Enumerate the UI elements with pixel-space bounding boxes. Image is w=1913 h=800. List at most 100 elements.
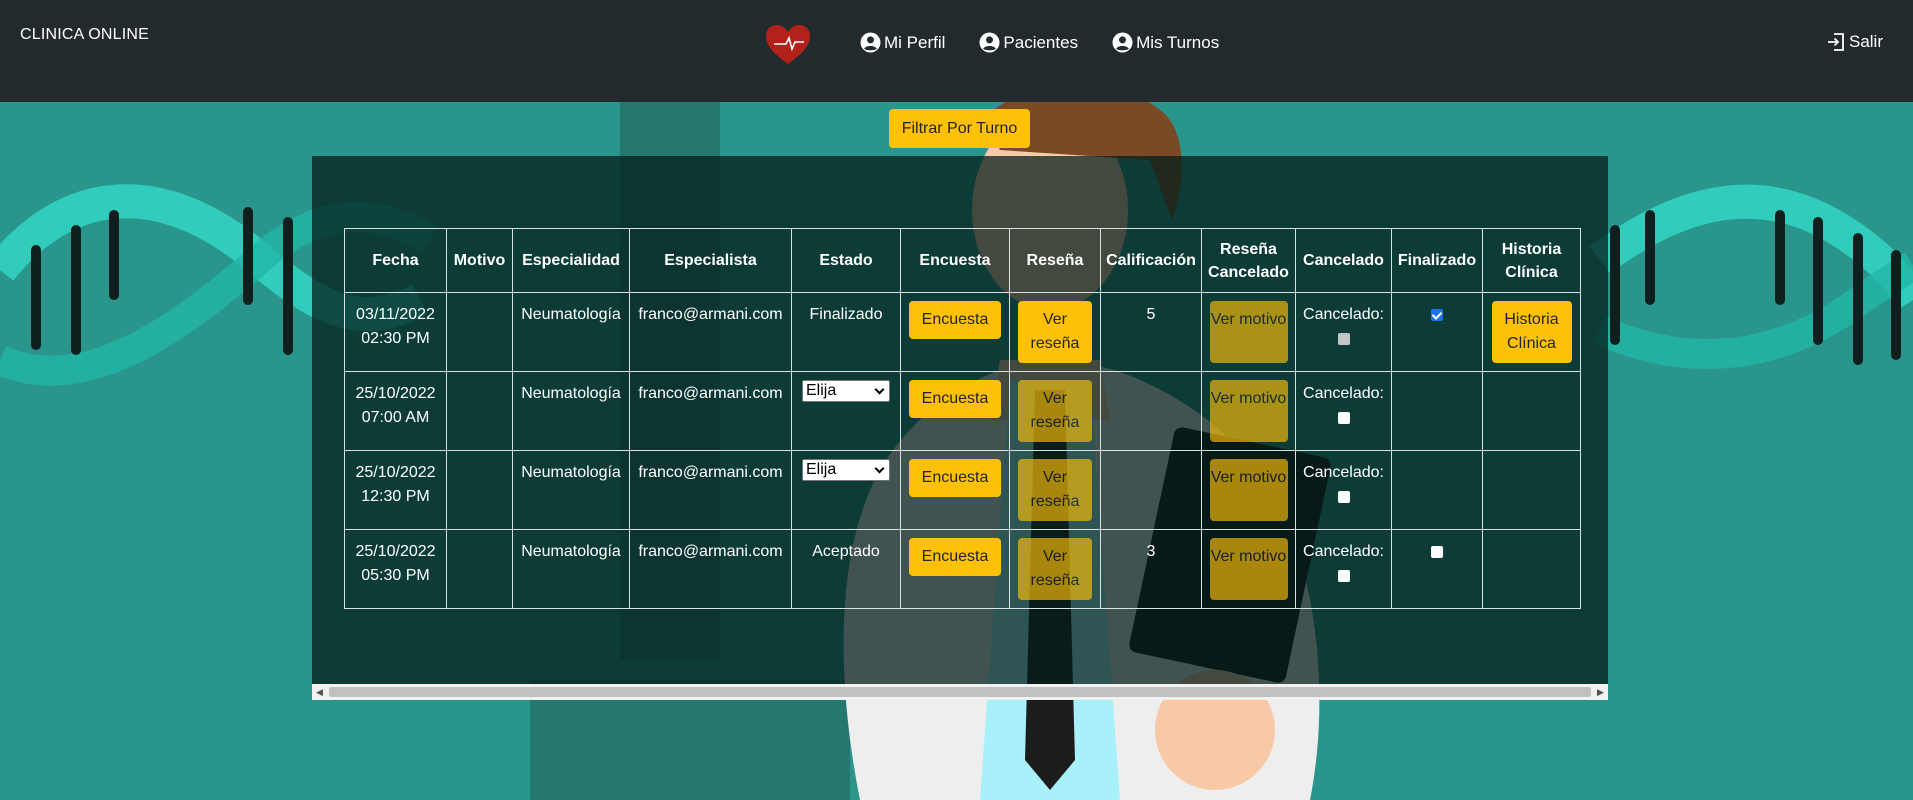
col-header-historia-clinica: Historia Clínica bbox=[1482, 228, 1581, 293]
nav-label: Mi Perfil bbox=[884, 32, 946, 52]
col-header-encuesta: Encuesta bbox=[900, 228, 1010, 293]
logout-button[interactable]: Salir bbox=[1826, 32, 1883, 52]
appointment-date: 25/10/2022 bbox=[355, 543, 436, 560]
cell-encuesta: Encuesta bbox=[900, 292, 1010, 372]
encuesta-button[interactable]: Encuesta bbox=[909, 459, 1001, 497]
cell-especialidad: Neumatología bbox=[512, 371, 630, 451]
ver-motivo-button: Ver motivo bbox=[1209, 538, 1288, 600]
appointment-time: 07:00 AM bbox=[361, 409, 430, 426]
cancelado-label: Cancelado: bbox=[1303, 385, 1384, 402]
col-header-calificacion: Calificación bbox=[1100, 228, 1202, 293]
appointment-date: 25/10/2022 bbox=[355, 464, 436, 481]
appointments-table: Fecha Motivo Especialidad Especialista E… bbox=[344, 228, 1581, 609]
cancelado-checkbox bbox=[1337, 332, 1350, 345]
cell-especialista: franco@armani.com bbox=[629, 529, 792, 609]
cancelado-label: Cancelado: bbox=[1303, 543, 1384, 560]
cancelado-checkbox[interactable] bbox=[1337, 569, 1350, 582]
cell-especialista: franco@armani.com bbox=[629, 371, 792, 451]
table-row: 25/10/2022 12:30 PM Neumatología franco@… bbox=[344, 450, 1581, 530]
heart-pulse-icon[interactable] bbox=[764, 24, 812, 66]
scrollbar-thumb[interactable] bbox=[329, 687, 1591, 697]
cell-resena-cancelado: Ver motivo bbox=[1201, 450, 1296, 530]
cell-finalizado bbox=[1391, 371, 1483, 451]
cell-especialista: franco@armani.com bbox=[629, 292, 792, 372]
cell-motivo bbox=[446, 450, 513, 530]
cell-resena-cancelado: Ver motivo bbox=[1201, 529, 1296, 609]
nav-mis-turnos[interactable]: Mis Turnos bbox=[1112, 32, 1219, 53]
estado-select[interactable]: Elija bbox=[802, 380, 890, 402]
cell-resena-cancelado: Ver motivo bbox=[1201, 371, 1296, 451]
encuesta-button[interactable]: Encuesta bbox=[909, 538, 1001, 576]
col-header-fecha: Fecha bbox=[344, 228, 447, 293]
scroll-right-arrow-icon[interactable]: ▶ bbox=[1593, 684, 1608, 700]
appointment-date: 03/11/2022 bbox=[356, 306, 435, 323]
cell-finalizado bbox=[1391, 529, 1483, 609]
ver-motivo-button: Ver motivo bbox=[1209, 301, 1288, 363]
nav-links: Mi Perfil Pacientes Mis Turnos bbox=[860, 32, 1219, 53]
ver-motivo-button: Ver motivo bbox=[1209, 380, 1288, 442]
encuesta-button[interactable]: Encuesta bbox=[909, 380, 1001, 418]
cell-estado: Finalizado bbox=[791, 292, 901, 372]
user-circle-icon bbox=[860, 32, 881, 53]
nav-pacientes[interactable]: Pacientes bbox=[979, 32, 1078, 53]
col-header-resena-cancelado: Reseña Cancelado bbox=[1201, 228, 1296, 293]
cell-cancelado: Cancelado: bbox=[1295, 529, 1392, 609]
col-header-estado: Estado bbox=[791, 228, 901, 293]
finalizado-checkbox[interactable] bbox=[1431, 545, 1443, 558]
col-header-motivo: Motivo bbox=[446, 228, 513, 293]
cell-encuesta: Encuesta bbox=[900, 450, 1010, 530]
encuesta-button[interactable]: Encuesta bbox=[909, 301, 1001, 339]
cell-finalizado bbox=[1391, 450, 1483, 530]
cancelado-checkbox[interactable] bbox=[1337, 411, 1350, 424]
nav-mi-perfil[interactable]: Mi Perfil bbox=[860, 32, 945, 53]
cell-finalizado bbox=[1391, 292, 1483, 372]
cell-motivo bbox=[446, 529, 513, 609]
appointments-panel: Fecha Motivo Especialidad Especialista E… bbox=[312, 156, 1608, 700]
cell-resena-cancelado: Ver motivo bbox=[1201, 292, 1296, 372]
finalizado-checkbox[interactable] bbox=[1431, 308, 1443, 321]
cell-historia-clinica bbox=[1482, 450, 1581, 530]
top-navbar: CLINICA ONLINE Mi Perfil Pacientes Mis T… bbox=[0, 0, 1913, 102]
cell-resena: Ver reseña bbox=[1009, 529, 1101, 609]
estado-select[interactable]: Elija bbox=[802, 459, 890, 481]
cell-calificacion: 3 bbox=[1100, 529, 1202, 609]
cell-encuesta: Encuesta bbox=[900, 371, 1010, 451]
cell-historia-clinica bbox=[1482, 529, 1581, 609]
filter-by-turno-button[interactable]: Filtrar Por Turno bbox=[889, 109, 1030, 148]
nav-label: Mis Turnos bbox=[1136, 32, 1220, 52]
user-circle-icon bbox=[1112, 32, 1133, 53]
ver-resena-button: Ver reseña bbox=[1018, 538, 1092, 600]
cancelado-checkbox[interactable] bbox=[1337, 490, 1350, 503]
cell-calificacion bbox=[1100, 371, 1202, 451]
cell-historia-clinica bbox=[1482, 371, 1581, 451]
cell-fecha: 03/11/2022 02:30 PM bbox=[344, 292, 447, 372]
cancelado-label: Cancelado: bbox=[1303, 464, 1384, 481]
table-row: 03/11/2022 02:30 PM Neumatología franco@… bbox=[344, 292, 1581, 372]
ver-motivo-button: Ver motivo bbox=[1209, 459, 1288, 521]
appointment-date: 25/10/2022 bbox=[355, 385, 436, 402]
cell-estado: Elija bbox=[791, 450, 901, 530]
ver-resena-button: Ver reseña bbox=[1018, 459, 1092, 521]
ver-resena-button: Ver reseña bbox=[1018, 380, 1092, 442]
cell-resena: Ver reseña bbox=[1009, 292, 1101, 372]
cell-motivo bbox=[446, 292, 513, 372]
horizontal-scrollbar[interactable]: ◀ ▶ bbox=[312, 684, 1608, 700]
ver-resena-button[interactable]: Ver reseña bbox=[1018, 301, 1092, 363]
brand-title[interactable]: CLINICA ONLINE bbox=[20, 26, 149, 44]
appointment-time: 05:30 PM bbox=[361, 567, 430, 584]
logout-icon bbox=[1827, 33, 1844, 51]
scroll-left-arrow-icon[interactable]: ◀ bbox=[312, 684, 327, 700]
cell-calificacion: 5 bbox=[1100, 292, 1202, 372]
cell-resena: Ver reseña bbox=[1009, 371, 1101, 451]
cell-historia-clinica: Historia Clínica bbox=[1482, 292, 1581, 372]
nav-label: Pacientes bbox=[1003, 32, 1079, 52]
appointment-time: 02:30 PM bbox=[361, 330, 430, 347]
cell-cancelado: Cancelado: bbox=[1295, 450, 1392, 530]
historia-clinica-button[interactable]: Historia Clínica bbox=[1491, 301, 1572, 363]
cell-resena: Ver reseña bbox=[1009, 450, 1101, 530]
user-circle-icon bbox=[979, 32, 1000, 53]
cell-fecha: 25/10/2022 07:00 AM bbox=[344, 371, 447, 451]
cell-encuesta: Encuesta bbox=[900, 529, 1010, 609]
cell-fecha: 25/10/2022 05:30 PM bbox=[344, 529, 447, 609]
appointment-time: 12:30 PM bbox=[361, 488, 430, 505]
